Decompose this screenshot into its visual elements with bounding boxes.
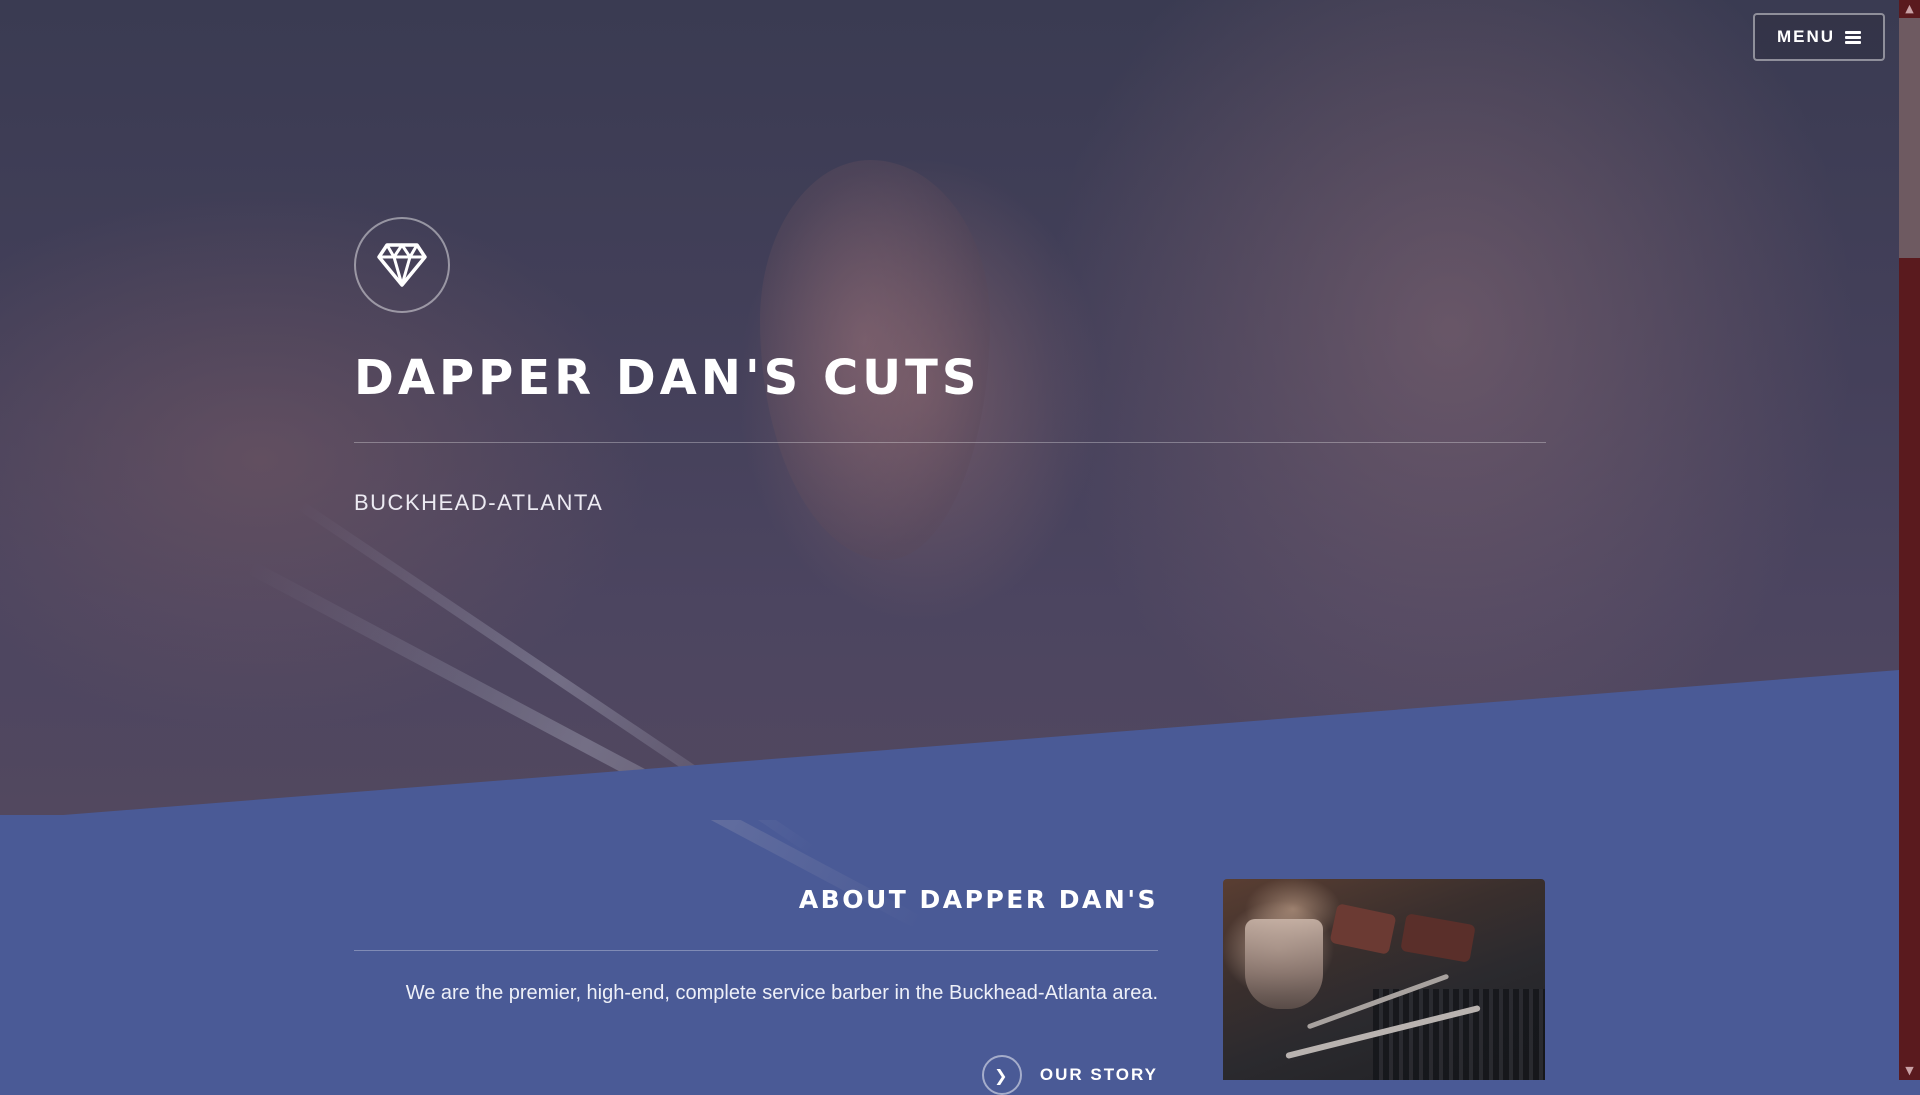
hamburger-icon: [1845, 30, 1862, 44]
clipper-shape: [1329, 903, 1397, 955]
menu-button[interactable]: MENU: [1753, 13, 1885, 61]
site-subtitle: BUCKHEAD-ATLANTA: [354, 490, 604, 515]
site-title: DAPPER DAN'S CUTS: [354, 350, 981, 406]
menu-label: MENU: [1776, 27, 1836, 46]
our-story-label: OUR STORY: [1039, 1065, 1158, 1084]
scrollbar-thumb[interactable]: [1899, 18, 1920, 258]
diamond-icon: [377, 243, 427, 287]
about-text: We are the premier, high-end, complete s…: [405, 982, 1158, 1004]
shaving-bowl-shape: [1245, 919, 1323, 1009]
logo: [354, 217, 450, 313]
about-title: ABOUT DAPPER DAN'S: [798, 885, 1158, 914]
about-divider: [354, 950, 1158, 951]
comb-shape: [1373, 989, 1545, 1080]
hero-section: [0, 0, 1899, 930]
hero-divider: [354, 442, 1546, 443]
chevron-right-icon: ❯: [981, 1055, 1022, 1095]
our-story-link[interactable]: ❯ OUR STORY: [981, 1055, 1158, 1095]
clipper-shape: [1400, 913, 1476, 963]
barber-tools-photo: [1223, 879, 1545, 1080]
scroll-down-icon[interactable]: ▼: [1899, 1062, 1920, 1080]
hero-slanted-divider: [0, 670, 1899, 820]
scroll-up-icon[interactable]: ▲: [1899, 0, 1920, 18]
hero-photo-scissors: [246, 560, 925, 930]
page-scrollbar[interactable]: ▲ ▼: [1899, 0, 1920, 1080]
